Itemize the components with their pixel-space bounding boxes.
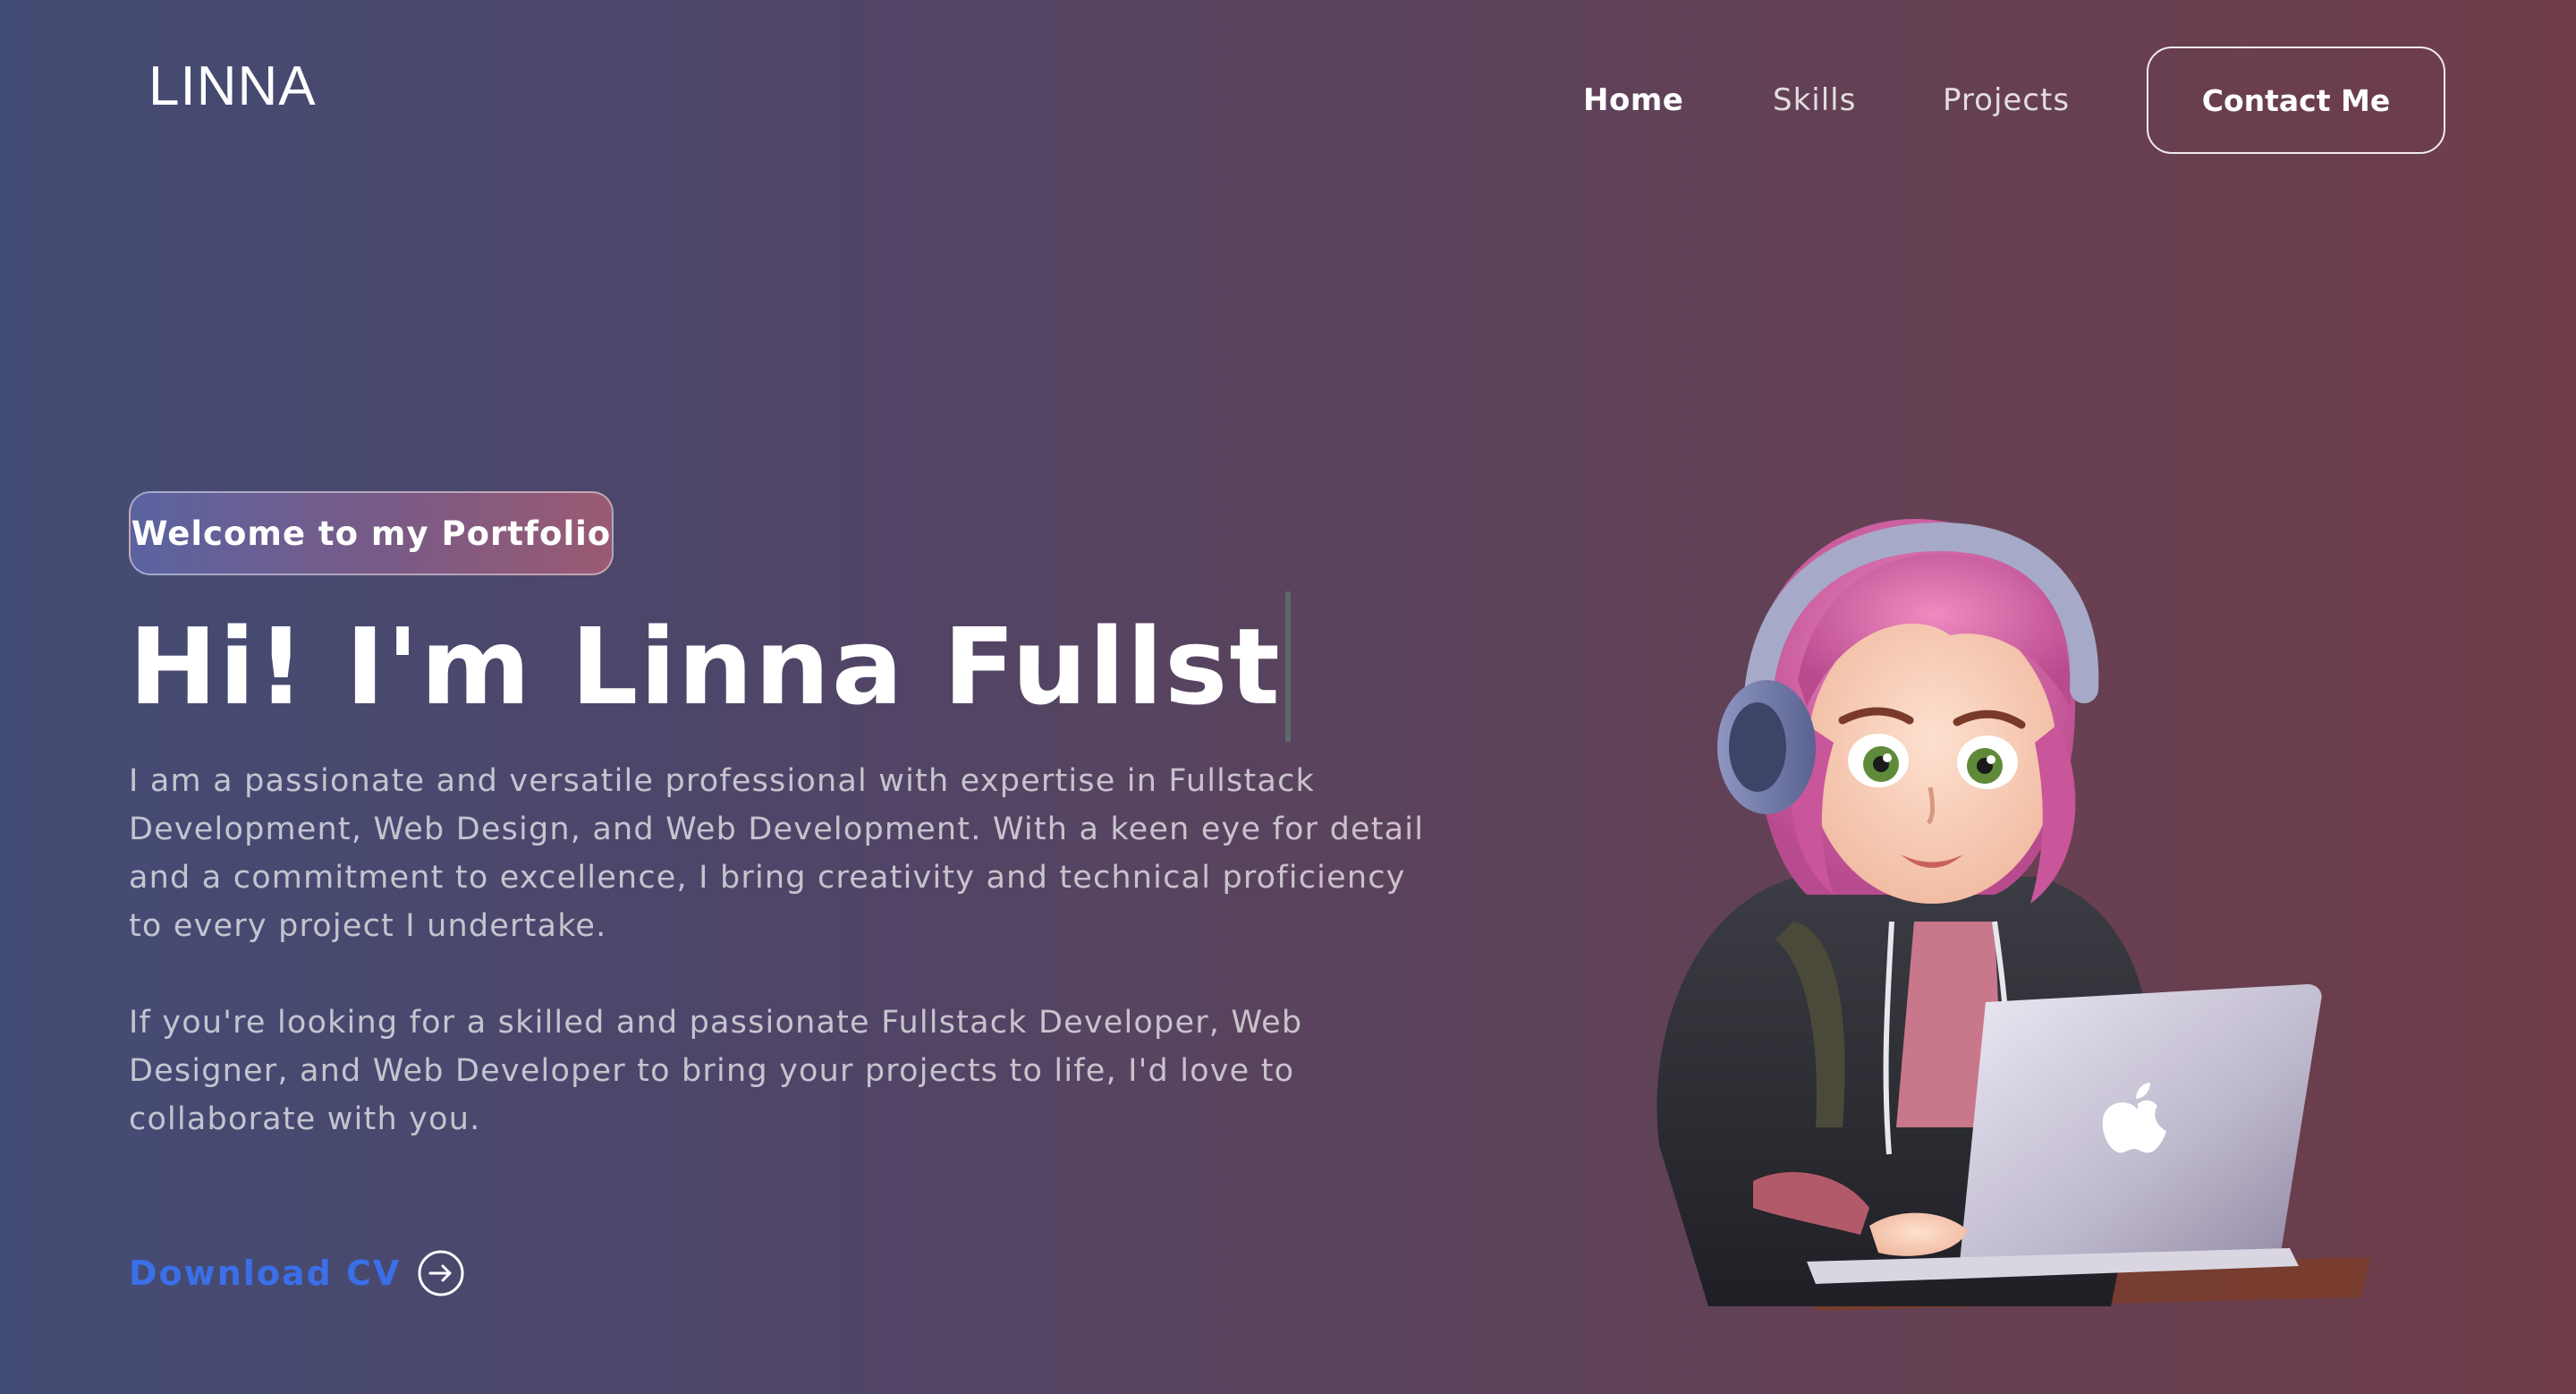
site-logo[interactable]: LINNA xyxy=(148,59,317,115)
typing-caret xyxy=(1284,591,1291,742)
download-cv-label: Download CV xyxy=(129,1254,402,1293)
nav-link-skills[interactable]: Skills xyxy=(1773,81,1856,120)
hero-headline: Hi! I'm Linna Fullst xyxy=(129,591,1291,743)
developer-girl-illustration xyxy=(1574,501,2379,1342)
arrow-right-circle-icon xyxy=(417,1249,465,1297)
download-cv-link[interactable]: Download CV xyxy=(129,1249,465,1297)
intro-paragraph: I am a passionate and versatile professi… xyxy=(129,763,1425,944)
contact-me-button[interactable]: Contact Me xyxy=(2147,47,2445,154)
collab-paragraph: If you're looking for a skilled and pass… xyxy=(129,1005,1303,1137)
headline-text: Hi! I'm Linna Fullst xyxy=(129,605,1282,728)
welcome-badge: Welcome to my Portfolio xyxy=(129,491,614,575)
nav-link-home[interactable]: Home xyxy=(1583,81,1683,120)
nav-link-projects[interactable]: Projects xyxy=(1943,81,2070,120)
